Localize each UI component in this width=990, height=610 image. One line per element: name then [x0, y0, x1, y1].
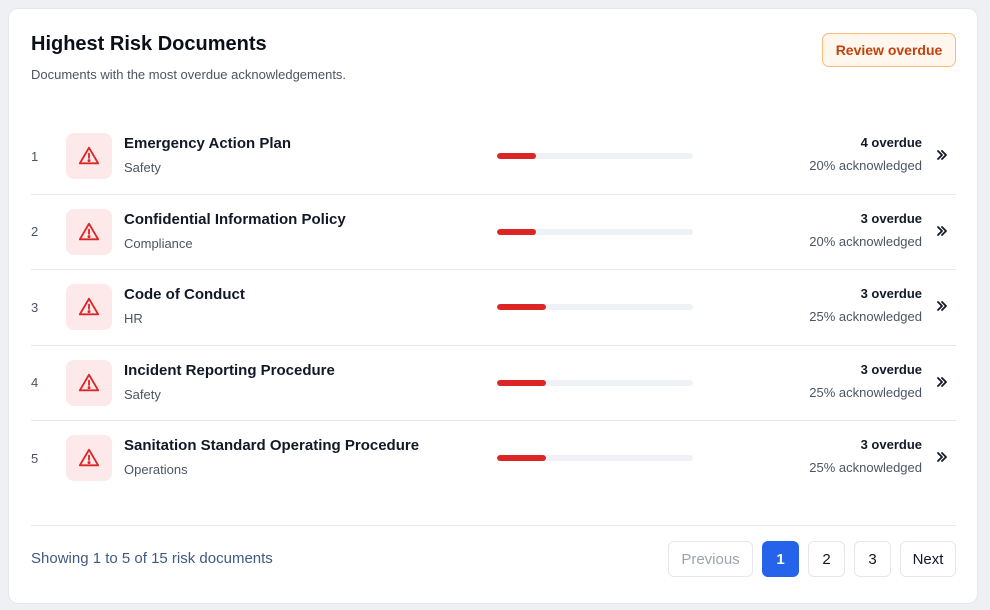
document-row[interactable]: 5 Sanitation Standard Operating Procedure…: [31, 421, 956, 497]
acknowledged-percent: 20% acknowledged: [809, 158, 922, 173]
page-2-button[interactable]: 2: [808, 541, 845, 577]
document-category: Operations: [124, 462, 188, 477]
acknowledgement-progress-fill: [497, 228, 537, 235]
warning-triangle-icon: [66, 208, 112, 255]
document-rank: 4: [31, 375, 39, 391]
acknowledged-percent: 25% acknowledged: [809, 384, 922, 400]
chevrons-right-icon[interactable]: [934, 449, 950, 465]
acknowledgement-progress-fill: [497, 455, 546, 461]
warning-triangle-icon: [66, 435, 112, 481]
document-row[interactable]: 1 Emergency Action Plan Safety 4 overdue 20%…: [31, 119, 956, 195]
acknowledgement-progress-fill: [497, 153, 537, 159]
overdue-count: 3 overdue: [860, 437, 922, 452]
document-name[interactable]: Confidential Information Policy: [124, 211, 346, 228]
page-1-button[interactable]: 1: [762, 541, 799, 577]
acknowledgement-progress-bar: [497, 455, 693, 461]
overdue-count: 3 overdue: [860, 361, 922, 377]
card-subtitle: Documents with the most overdue acknowle…: [31, 67, 347, 82]
document-rank: 5: [31, 451, 39, 467]
acknowledged-percent: 25% acknowledged: [809, 309, 922, 324]
acknowledgement-progress-bar: [497, 153, 693, 159]
next-page-button[interactable]: Next: [900, 541, 956, 577]
document-name[interactable]: Sanitation Standard Operating Procedure: [124, 437, 419, 454]
document-row[interactable]: 3 Code of Conduct HR 3 overdue 25% acknowled…: [31, 270, 956, 346]
footer-divider: [31, 525, 956, 526]
overdue-count: 4 overdue: [860, 135, 922, 150]
document-row[interactable]: 2 Confidential Information Policy Complian…: [31, 195, 956, 270]
card-title: Highest Risk Documents: [31, 33, 267, 55]
document-rank: 2: [31, 224, 39, 240]
document-row[interactable]: 4 Incident Reporting Procedure Safety 3 ove…: [31, 346, 956, 421]
warning-triangle-icon: [66, 359, 112, 406]
acknowledgement-progress-bar: [497, 228, 693, 235]
warning-triangle-icon: [66, 133, 112, 179]
document-category: Compliance: [124, 235, 193, 251]
warning-triangle-icon: [66, 284, 112, 330]
review-overdue-button[interactable]: Review overdue: [822, 33, 956, 67]
chevrons-right-icon[interactable]: [934, 223, 950, 239]
document-category: HR: [124, 311, 143, 326]
document-name[interactable]: Emergency Action Plan: [124, 135, 291, 152]
chevrons-right-icon[interactable]: [934, 374, 950, 390]
acknowledgement-progress-fill: [497, 304, 546, 310]
document-rank: 1: [31, 148, 39, 164]
document-category: Safety: [124, 386, 161, 402]
acknowledgement-progress-fill: [497, 379, 546, 386]
acknowledged-percent: 20% acknowledged: [809, 233, 922, 249]
acknowledged-percent: 25% acknowledged: [809, 460, 922, 475]
risk-document-list: 1 Emergency Action Plan Safety 4 overdue 20%…: [31, 119, 956, 497]
page-3-button[interactable]: 3: [854, 541, 891, 577]
document-name[interactable]: Code of Conduct: [124, 286, 245, 303]
document-rank: 3: [31, 299, 39, 315]
previous-page-button[interactable]: Previous: [668, 541, 753, 577]
acknowledgement-progress-bar: [497, 379, 693, 386]
overdue-count: 3 overdue: [860, 210, 922, 226]
document-name[interactable]: Incident Reporting Procedure: [124, 362, 335, 379]
overdue-count: 3 overdue: [860, 286, 922, 301]
acknowledgement-progress-bar: [497, 304, 693, 310]
chevrons-right-icon[interactable]: [934, 147, 950, 163]
highest-risk-card: Highest Risk Documents Documents with th…: [8, 8, 978, 604]
chevrons-right-icon[interactable]: [934, 298, 950, 314]
pagination-summary: Showing 1 to 5 of 15 risk documents: [31, 550, 273, 567]
document-category: Safety: [124, 160, 161, 175]
